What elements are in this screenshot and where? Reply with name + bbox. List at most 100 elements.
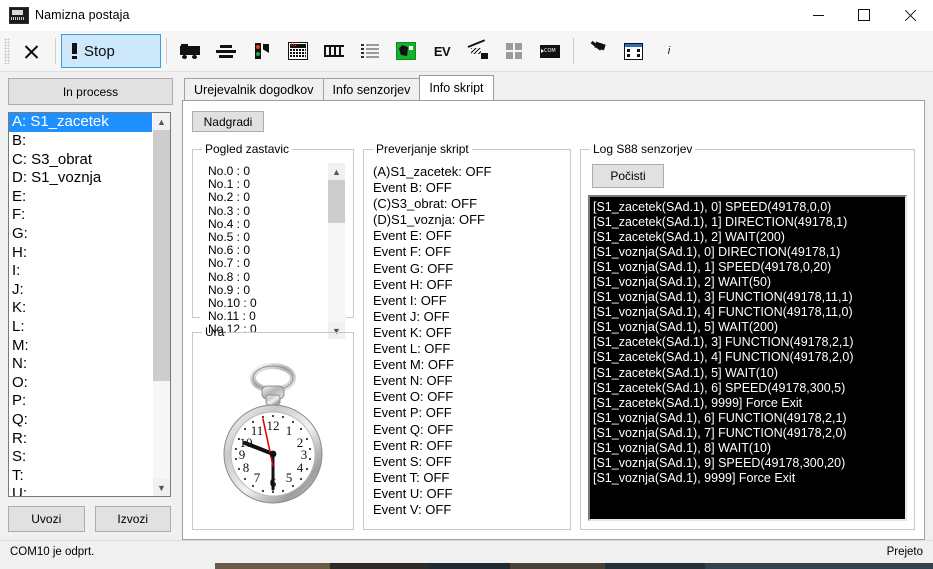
log-line[interactable]: [S1_voznja(SAd.1), 9] SPEED(49178,300,20…	[593, 456, 905, 471]
log-line[interactable]: [S1_voznja(SAd.1), 8] WAIT(10)	[593, 441, 905, 456]
flag-row[interactable]: No.2 : 0	[201, 191, 327, 204]
log-line[interactable]: [S1_voznja(SAd.1), 1] SPEED(49178,0,20)	[593, 260, 905, 275]
list-item[interactable]: R:	[9, 430, 152, 449]
list-item[interactable]: S:	[9, 448, 152, 467]
script-status-row[interactable]: Event M: OFF	[371, 357, 563, 373]
log-line[interactable]: [S1_voznja(SAd.1), 5] WAIT(200)	[593, 320, 905, 335]
properties-icon[interactable]	[618, 36, 648, 66]
flag-row[interactable]: No.3 : 0	[201, 205, 327, 218]
flags-listbox[interactable]: No.0 : 0No.1 : 0No.2 : 0No.3 : 0No.4 : 0…	[200, 162, 346, 340]
script-list-scrollbar[interactable]: ▲ ▼	[152, 113, 170, 496]
script-status-row[interactable]: (D)S1_voznja: OFF	[371, 212, 563, 228]
flag-row[interactable]: No.4 : 0	[201, 218, 327, 231]
list-item[interactable]: B:	[9, 132, 152, 151]
list-item[interactable]: M:	[9, 337, 152, 356]
script-status-row[interactable]: Event K: OFF	[371, 325, 563, 341]
list-item[interactable]: H:	[9, 244, 152, 263]
ev-icon[interactable]: EV	[427, 36, 457, 66]
info-icon[interactable]: i	[654, 36, 684, 66]
list-item[interactable]: O:	[9, 374, 152, 393]
log-line[interactable]: [S1_zacetek(SAd.1), 1] DIRECTION(49178,1…	[593, 215, 905, 230]
scrollbar-thumb[interactable]	[153, 130, 170, 381]
log-line[interactable]: [S1_zacetek(SAd.1), 4] FUNCTION(49178,2,…	[593, 350, 905, 365]
script-status-row[interactable]: Event J: OFF	[371, 309, 563, 325]
list-item[interactable]: G:	[9, 225, 152, 244]
list-item[interactable]: N:	[9, 355, 152, 374]
log-line[interactable]: [S1_voznja(SAd.1), 6] FUNCTION(49178,2,1…	[593, 411, 905, 426]
log-line[interactable]: [S1_zacetek(SAd.1), 6] SPEED(49178,300,5…	[593, 381, 905, 396]
flag-row[interactable]: No.7 : 0	[201, 257, 327, 270]
close-button[interactable]	[887, 0, 933, 30]
flag-row[interactable]: No.9 : 0	[201, 284, 327, 297]
list-item[interactable]: I:	[9, 262, 152, 281]
list-item[interactable]: J:	[9, 281, 152, 300]
log-line[interactable]: [S1_zacetek(SAd.1), 0] SPEED(49178,0,0)	[593, 200, 905, 215]
log-line[interactable]: [S1_zacetek(SAd.1), 2] WAIT(200)	[593, 230, 905, 245]
tab-urejevalnik-dogodkov[interactable]: Urejevalnik dogodkov	[184, 78, 324, 100]
list-icon[interactable]	[355, 36, 385, 66]
list-item[interactable]: C: S3_obrat	[9, 151, 152, 170]
list-item[interactable]: K:	[9, 299, 152, 318]
list-item[interactable]: A: S1_zacetek	[9, 113, 152, 132]
crane-icon[interactable]	[463, 36, 493, 66]
layers-icon[interactable]	[211, 36, 241, 66]
list-item[interactable]: Q:	[9, 411, 152, 430]
tiles-icon[interactable]	[499, 36, 529, 66]
scroll-up-icon[interactable]: ▲	[153, 113, 170, 130]
flags-scrollbar[interactable]: ▲ ▼	[327, 163, 345, 339]
stop-button[interactable]: Stop	[61, 34, 161, 68]
script-status-row[interactable]: Event W: OFF	[371, 518, 563, 521]
script-status-row[interactable]: Event R: OFF	[371, 438, 563, 454]
log-line[interactable]: [S1_voznja(SAd.1), 3] FUNCTION(49178,11,…	[593, 290, 905, 305]
import-button[interactable]: Uvozi	[8, 506, 85, 532]
track-icon[interactable]	[319, 36, 349, 66]
log-line[interactable]: [S1_zacetek(SAd.1), 3] FUNCTION(49178,2,…	[593, 335, 905, 350]
in-process-button[interactable]: In process	[8, 78, 173, 105]
scrollbar-track[interactable]	[328, 180, 345, 322]
log-line[interactable]: [S1_voznja(SAd.1), 2] WAIT(50)	[593, 275, 905, 290]
green-chip-icon[interactable]	[391, 36, 421, 66]
script-status-row[interactable]: Event H: OFF	[371, 277, 563, 293]
log-line[interactable]: [S1_zacetek(SAd.1), 9999] Force Exit	[593, 396, 905, 411]
toolbar-close-icon[interactable]	[14, 36, 48, 66]
script-status-row[interactable]: Event O: OFF	[371, 389, 563, 405]
log-line[interactable]: [S1_voznja(SAd.1), 7] FUNCTION(49178,2,0…	[593, 426, 905, 441]
script-status-row[interactable]: Event L: OFF	[371, 341, 563, 357]
list-item[interactable]: D: S1_voznja	[9, 169, 152, 188]
log-line[interactable]: [S1_voznja(SAd.1), 9999] Force Exit	[593, 471, 905, 486]
list-item[interactable]: F:	[9, 206, 152, 225]
com-icon[interactable]	[535, 36, 565, 66]
script-status-row[interactable]: Event S: OFF	[371, 454, 563, 470]
maximize-button[interactable]	[841, 0, 887, 30]
keypad-icon[interactable]	[283, 36, 313, 66]
script-status-row[interactable]: Event E: OFF	[371, 228, 563, 244]
script-status-row[interactable]: Event T: OFF	[371, 470, 563, 486]
upgrade-button[interactable]: Nadgradi	[192, 111, 264, 132]
script-status-row[interactable]: Event P: OFF	[371, 405, 563, 421]
list-item[interactable]: U:	[9, 485, 152, 496]
list-item[interactable]: T:	[9, 467, 152, 486]
train-icon[interactable]	[175, 36, 205, 66]
script-status-row[interactable]: Event B: OFF	[371, 180, 563, 196]
tab-info-skript[interactable]: Info skript	[419, 75, 493, 100]
hammer-icon[interactable]	[582, 36, 612, 66]
log-line[interactable]: [S1_zacetek(SAd.1), 5] WAIT(10)	[593, 366, 905, 381]
script-status-row[interactable]: Event U: OFF	[371, 486, 563, 502]
scroll-down-icon[interactable]: ▼	[153, 479, 170, 496]
script-status-row[interactable]: Event F: OFF	[371, 244, 563, 260]
log-output[interactable]: [S1_zacetek(SAd.1), 0] SPEED(49178,0,0)[…	[588, 195, 907, 521]
script-status-row[interactable]: Event V: OFF	[371, 502, 563, 518]
script-status-row[interactable]: (A)S1_zacetek: OFF	[371, 164, 563, 180]
signal-icon[interactable]	[247, 36, 277, 66]
scroll-up-icon[interactable]: ▲	[328, 163, 345, 180]
scrollbar-thumb[interactable]	[328, 180, 345, 223]
list-item[interactable]: L:	[9, 318, 152, 337]
export-button[interactable]: Izvozi	[95, 506, 172, 532]
script-status-row[interactable]: Event I: OFF	[371, 293, 563, 309]
scrollbar-track[interactable]	[153, 130, 170, 479]
minimize-button[interactable]	[795, 0, 841, 30]
script-status-row[interactable]: Event G: OFF	[371, 261, 563, 277]
flag-row[interactable]: No.8 : 0	[201, 271, 327, 284]
log-line[interactable]: [S1_voznja(SAd.1), 4] FUNCTION(49178,11,…	[593, 305, 905, 320]
log-line[interactable]: [S1_voznja(SAd.1), 0] DIRECTION(49178,1)	[593, 245, 905, 260]
